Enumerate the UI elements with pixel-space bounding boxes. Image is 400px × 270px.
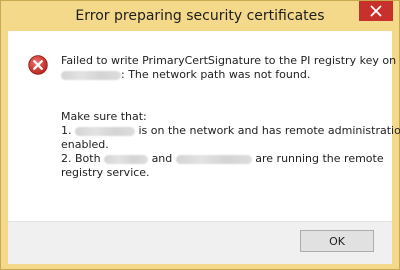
dialog-client-area: Failed to write PrimaryCertSignature to … (8, 31, 400, 264)
item-1-line: 1. is on the network and has remote admi… (61, 124, 400, 138)
redacted-server-name (61, 70, 121, 80)
message-line-2-text: : The network path was not found. (121, 68, 311, 81)
item-1-prefix: 1. (61, 124, 72, 137)
item-2-continuation: registry service. (61, 166, 150, 179)
dialog-window: Error preparing security certificates Fa… (0, 0, 400, 270)
item-2-mid: and (151, 152, 173, 165)
redacted-server-name (75, 126, 135, 136)
close-icon (370, 5, 382, 17)
message-line-2: : The network path was not found. (61, 68, 310, 82)
button-bar: OK (8, 221, 392, 264)
make-sure-heading: Make sure that: (61, 110, 147, 123)
error-icon (28, 55, 48, 75)
ok-button[interactable]: OK (300, 230, 374, 252)
close-button[interactable] (359, 1, 393, 21)
message-area: Failed to write PrimaryCertSignature to … (8, 31, 400, 221)
item-2-text: are running the remote (255, 152, 384, 165)
item-1-text: is on the network and has remote adminis… (138, 124, 400, 137)
item-2-prefix: 2. Both (61, 152, 101, 165)
item-2-line: 2. Both and are running the remote (61, 152, 384, 166)
redacted-server-name (175, 154, 252, 164)
message-line-1: Failed to write PrimaryCertSignature to … (61, 54, 397, 67)
item-1-continuation: enabled. (61, 138, 109, 151)
title-bar[interactable]: Error preparing security certificates (1, 1, 399, 31)
redacted-server-name (104, 154, 149, 164)
dialog-title: Error preparing security certificates (75, 8, 325, 24)
